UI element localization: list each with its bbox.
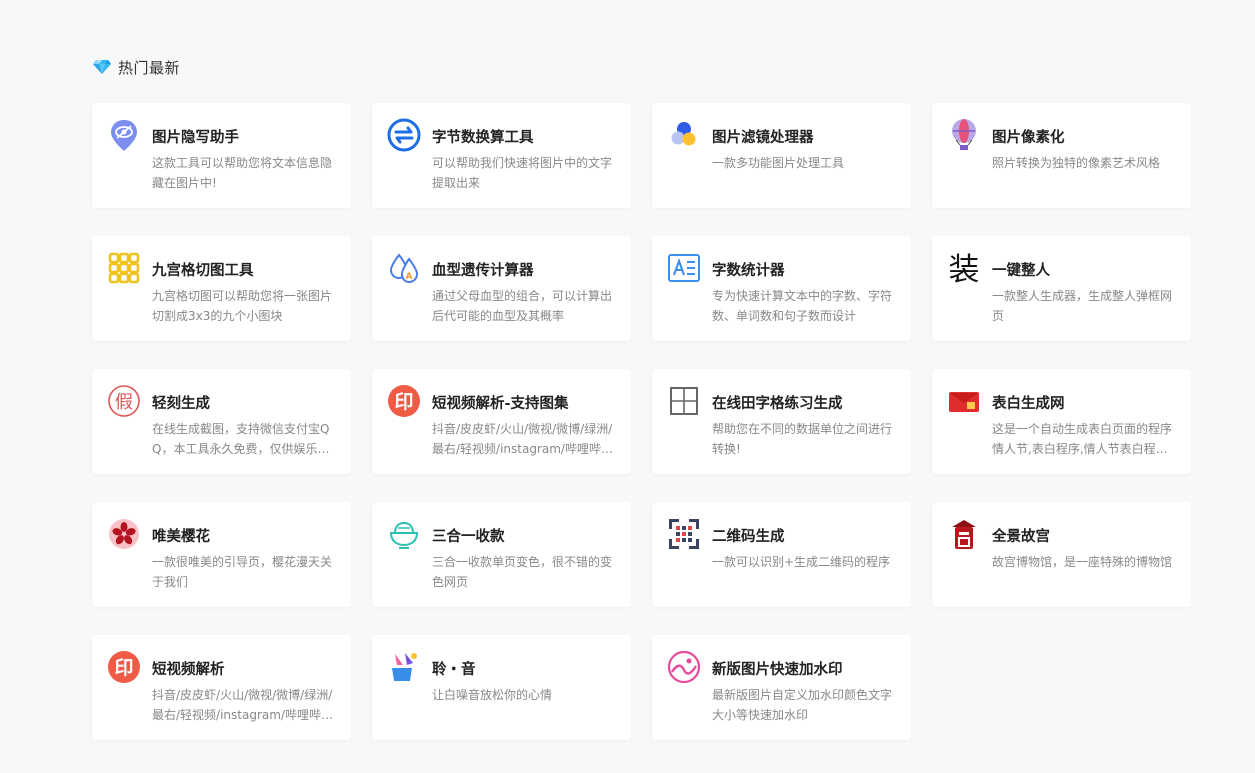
tool-card-description: 照片转换为独特的像素艺术风格 xyxy=(992,156,1161,170)
color-dots-icon xyxy=(667,118,701,152)
sakura-icon xyxy=(107,517,141,551)
zhuang-glyph-icon: 装 xyxy=(947,251,981,285)
tool-card[interactable]: 图片隐写助手这款工具可以帮助您将文本信息隐藏在图片中! xyxy=(92,103,351,208)
tool-card[interactable]: 唯美樱花一款很唯美的引导页，樱花漫天关于我们 xyxy=(92,502,351,607)
tool-card[interactable]: A 血型遗传计算器通过父母血型的组合，可以计算出后代可能的血型及其概率 xyxy=(372,236,631,341)
svg-text:假: 假 xyxy=(115,392,133,413)
tool-card[interactable]: 新版图片快速加水印最新版图片自定义加水印颜色文字大小等快速加水印 xyxy=(652,635,911,740)
tool-card-title: 二维码生成 xyxy=(712,529,785,545)
tool-card-description: 一款可以识别+生成二维码的程序 xyxy=(712,555,891,569)
tool-card-description: 三合一收款单页变色，很不错的变色网页 xyxy=(432,555,613,589)
tool-card-title: 表白生成网 xyxy=(992,396,1065,412)
tool-card-title: 图片像素化 xyxy=(992,130,1065,146)
tool-card[interactable]: 表白生成网这是一个自动生成表白页面的程序情人节,表白程序,情人节表白程序大全 xyxy=(932,369,1191,474)
tool-card-title: 聆・音 xyxy=(432,662,476,678)
svg-text:装: 装 xyxy=(949,252,980,285)
tool-card-description: 抖音/皮皮虾/火山/微视/微博/绿洲/最右/轻视频/instagram/哔哩哔哩… xyxy=(432,422,613,456)
fake-stamp-icon: 假 xyxy=(107,384,141,418)
tool-card[interactable]: 九宫格切图工具九宫格切图可以帮助您将一张图片切割成3x3的九个小图块 xyxy=(92,236,351,341)
tool-card-description: 抖音/皮皮虾/火山/微视/微博/绿洲/最右/轻视频/instagram/哔哩哔哩… xyxy=(152,688,333,722)
tool-card[interactable]: 图片像素化照片转换为独特的像素艺术风格 xyxy=(932,103,1191,208)
tool-card-title: 一键整人 xyxy=(992,263,1050,279)
text-count-icon xyxy=(667,251,701,285)
tool-card-description: 让白噪音放松你的心情 xyxy=(432,688,553,702)
section-header: 热门最新 xyxy=(93,56,180,78)
tool-card-description: 九宫格切图可以帮助您将一张图片切割成3x3的九个小图块 xyxy=(152,289,333,323)
tool-card-title: 在线田字格练习生成 xyxy=(712,396,843,412)
tool-card-description: 故宫博物馆，是一座特殊的博物馆 xyxy=(992,555,1173,569)
tool-card[interactable]: 印 短视频解析抖音/皮皮虾/火山/微视/微博/绿洲/最右/轻视频/instagra… xyxy=(92,635,351,740)
tool-card[interactable]: 三合一收款三合一收款单页变色，很不错的变色网页 xyxy=(372,502,631,607)
section-title: 热门最新 xyxy=(118,58,181,77)
nine-grid-icon xyxy=(107,251,141,285)
tool-card[interactable]: 假 轻刻生成在线生成截图，支持微信支付宝QQ，本工具永久免费，仅供娱乐，请勿用于违… xyxy=(92,369,351,474)
tool-card-title: 图片隐写助手 xyxy=(152,130,239,146)
tool-card-description: 最新版图片自定义加水印颜色文字大小等快速加水印 xyxy=(712,688,893,722)
tool-card-description: 可以帮助我们快速将图片中的文字提取出来 xyxy=(432,156,613,190)
tool-card-title: 血型遗传计算器 xyxy=(432,263,534,279)
tool-card-description: 一款很唯美的引导页，樱花漫天关于我们 xyxy=(152,555,333,589)
bowl-icon xyxy=(387,517,421,551)
tool-card-description: 通过父母血型的组合，可以计算出后代可能的血型及其概率 xyxy=(432,289,613,323)
watermark-icon xyxy=(667,650,701,684)
tool-card-title: 字数统计器 xyxy=(712,263,785,279)
print-seal-icon: 印 xyxy=(387,384,421,418)
hot-air-balloon-icon xyxy=(947,118,981,152)
tool-card-title: 短视频解析 xyxy=(152,662,225,678)
tool-card-description: 一款整人生成器，生成整人弹框网页 xyxy=(992,289,1173,323)
tool-card[interactable]: 印 短视频解析-支持图集抖音/皮皮虾/火山/微视/微博/绿洲/最右/轻视频/ins… xyxy=(372,369,631,474)
red-envelope-icon xyxy=(947,384,981,418)
tool-card[interactable]: 图片滤镜处理器一款多功能图片处理工具 xyxy=(652,103,911,208)
tool-card-description: 一款多功能图片处理工具 xyxy=(712,156,845,170)
tool-card-title: 三合一收款 xyxy=(432,529,505,545)
blood-drops-icon: A xyxy=(387,251,421,285)
tool-card[interactable]: 装一键整人一款整人生成器，生成整人弹框网页 xyxy=(932,236,1191,341)
svg-text:A: A xyxy=(406,272,413,282)
svg-text:印: 印 xyxy=(394,391,413,413)
tool-card-description: 帮助您在不同的数据单位之间进行转换! xyxy=(712,422,893,456)
tool-card-title: 轻刻生成 xyxy=(152,396,210,412)
tool-card-title: 新版图片快速加水印 xyxy=(712,662,843,678)
tool-card-description: 在线生成截图，支持微信支付宝QQ，本工具永久免费，仅供娱乐，请勿用于违法用途 xyxy=(152,422,330,456)
tool-card-title: 图片滤镜处理器 xyxy=(712,130,814,146)
music-cup-icon xyxy=(387,650,421,684)
qr-code-icon xyxy=(667,517,701,551)
tool-card[interactable]: 全景故宫故宫博物馆，是一座特殊的博物馆 xyxy=(932,502,1191,607)
diamond-icon xyxy=(93,59,111,75)
tool-card-title: 全景故宫 xyxy=(992,529,1050,545)
tool-card-title: 短视频解析-支持图集 xyxy=(432,396,569,412)
tool-card-title: 字节数换算工具 xyxy=(432,130,534,146)
tool-card-description: 专为快速计算文本中的字数、字符数、单词数和句子数而设计 xyxy=(712,289,893,323)
tian-grid-icon xyxy=(667,384,701,418)
tool-card-description: 这款工具可以帮助您将文本信息隐藏在图片中! xyxy=(152,156,333,190)
eye-pin-icon xyxy=(107,118,141,152)
tool-card[interactable]: 二维码生成一款可以识别+生成二维码的程序 xyxy=(652,502,911,607)
tool-card[interactable]: 在线田字格练习生成帮助您在不同的数据单位之间进行转换! xyxy=(652,369,911,474)
tool-card[interactable]: 字节数换算工具可以帮助我们快速将图片中的文字提取出来 xyxy=(372,103,631,208)
print-seal-icon: 印 xyxy=(107,650,141,684)
tool-card[interactable]: 聆・音让白噪音放松你的心情 xyxy=(372,635,631,740)
tool-card-description: 这是一个自动生成表白页面的程序情人节,表白程序,情人节表白程序大全 xyxy=(992,422,1173,456)
palace-icon xyxy=(947,517,981,551)
exchange-arrows-icon xyxy=(387,118,421,152)
tool-card-title: 九宫格切图工具 xyxy=(152,263,254,279)
svg-text:印: 印 xyxy=(114,657,133,679)
tool-card-title: 唯美樱花 xyxy=(152,529,210,545)
tool-card[interactable]: 字数统计器专为快速计算文本中的字数、字符数、单词数和句子数而设计 xyxy=(652,236,911,341)
